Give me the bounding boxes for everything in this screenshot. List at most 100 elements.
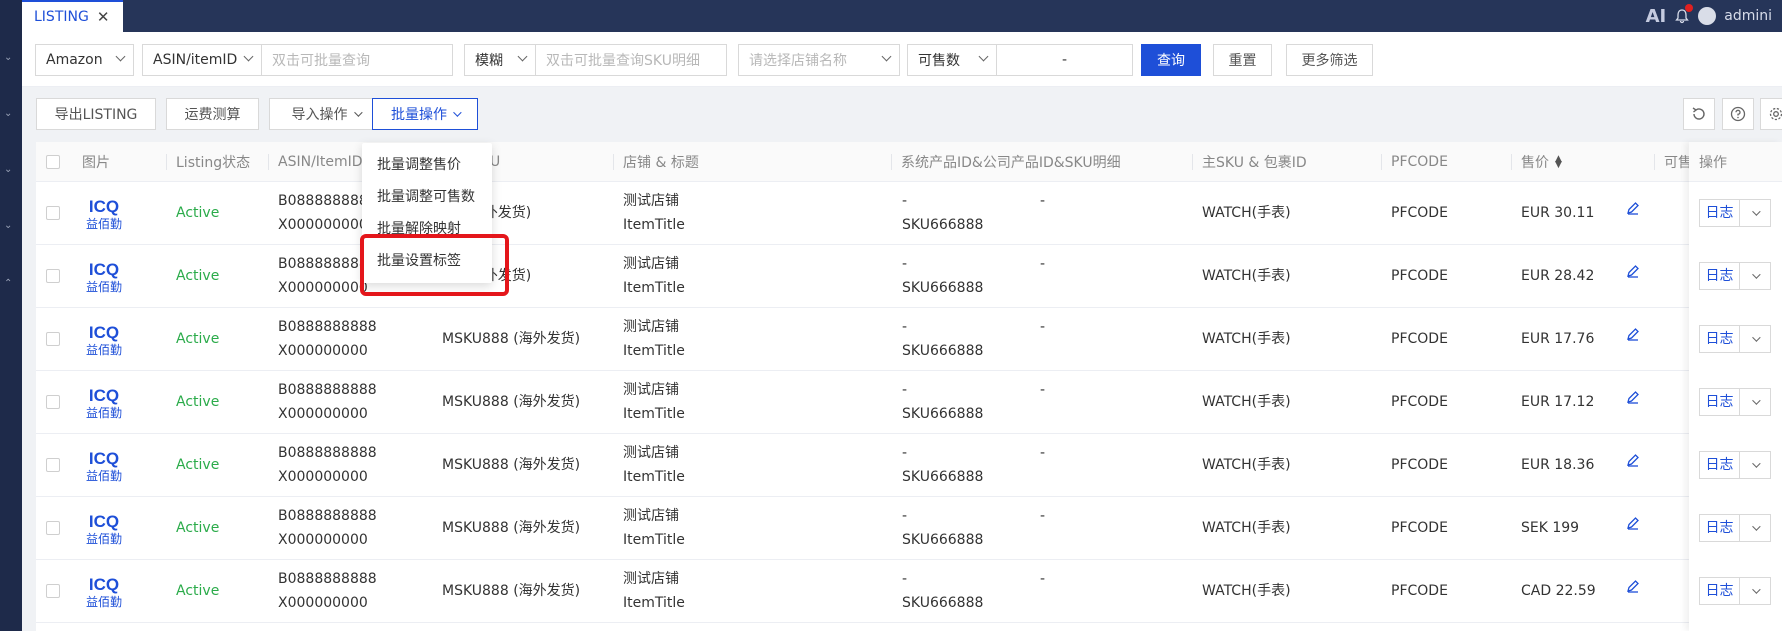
- table-row[interactable]: ICQ益佰勤ActiveB0888888888X00000000088 (海外发…: [36, 182, 1782, 245]
- col-system-ids-label: 系统产品ID&公司产品ID&SKU明细: [901, 155, 1121, 171]
- chevron-up-icon[interactable]: ⌃: [4, 278, 12, 289]
- log-button[interactable]: 日志: [1700, 389, 1740, 415]
- id-type-select[interactable]: ASIN/itemID: [142, 44, 262, 76]
- search-button[interactable]: 查询: [1141, 44, 1201, 76]
- chevron-down-icon[interactable]: [1740, 396, 1770, 405]
- chevron-down-icon[interactable]: [1740, 459, 1770, 468]
- log-split-button[interactable]: 日志: [1699, 451, 1771, 479]
- logo-mark: ICQ: [89, 512, 119, 531]
- asin-value: B0888888888: [278, 571, 377, 587]
- edit-icon[interactable]: [1626, 201, 1640, 219]
- col-operations-label: 操作: [1699, 154, 1727, 171]
- price-value: EUR 17.12: [1521, 394, 1595, 410]
- logo-text: 益佰勤: [86, 280, 122, 294]
- stock-type-select[interactable]: 可售数: [907, 44, 997, 76]
- select-all-checkbox[interactable]: [46, 155, 60, 169]
- chevron-down-icon: [453, 108, 462, 117]
- menu-item-batch-price[interactable]: 批量调整售价: [377, 154, 461, 174]
- edit-icon[interactable]: [1626, 390, 1640, 408]
- sort-icon[interactable]: ▲ ▼: [1555, 155, 1562, 170]
- main-sku: WATCH(手表): [1202, 268, 1291, 284]
- user-name[interactable]: admini: [1724, 8, 1772, 24]
- chevron-down-icon[interactable]: [1740, 585, 1770, 594]
- table-row[interactable]: ICQ益佰勤ActiveB0888888888X00000000088 (海外发…: [36, 245, 1782, 308]
- col-main-sku: 主SKU & 包裹ID: [1192, 142, 1307, 182]
- avatar[interactable]: [1698, 7, 1717, 25]
- row-checkbox[interactable]: [46, 206, 60, 220]
- table-row[interactable]: ICQ 益佰勤 Active B0888888888 X000000000 MSKU888…: [36, 497, 1782, 560]
- store-name: 测试店铺: [623, 382, 679, 398]
- log-button[interactable]: 日志: [1700, 326, 1740, 352]
- log-split-button[interactable]: 日志: [1699, 199, 1771, 227]
- more-filters-button[interactable]: 更多筛选: [1286, 44, 1373, 76]
- logo-text: 益佰勤: [86, 406, 122, 420]
- row-checkbox[interactable]: [46, 395, 60, 409]
- chevron-down-icon[interactable]: [1740, 522, 1770, 531]
- menu-item-batch-stock[interactable]: 批量调整可售数: [377, 186, 475, 206]
- row-checkbox[interactable]: [46, 458, 60, 472]
- table-row[interactable]: ICQ 益佰勤 Active B0888888888 X000000000 MSKU888…: [36, 434, 1782, 497]
- chevron-down-icon[interactable]: [1740, 270, 1770, 279]
- sku-search-input[interactable]: 双击可批量查询SKU明细: [535, 44, 727, 76]
- log-split-button[interactable]: 日志: [1699, 325, 1771, 353]
- store-name: 测试店铺: [623, 193, 679, 209]
- import-button-label: 导入操作: [291, 107, 348, 123]
- table-row[interactable]: ICQ 益佰勤 Active B0888888888 X000000000 MSKU888…: [36, 308, 1782, 371]
- col-operations: 操作: [1689, 142, 1782, 182]
- product-image[interactable]: ICQ 益佰勤: [84, 571, 124, 611]
- edit-icon[interactable]: [1626, 453, 1640, 471]
- settings-icon[interactable]: [1760, 98, 1782, 130]
- platform-select[interactable]: Amazon: [35, 44, 134, 76]
- col-price[interactable]: 售价 ▲ ▼: [1511, 142, 1562, 182]
- product-image[interactable]: ICQ 益佰勤: [84, 319, 124, 359]
- product-image[interactable]: ICQ 益佰勤: [84, 508, 124, 548]
- chevron-down-icon[interactable]: ⌄: [4, 52, 12, 63]
- table-row[interactable]: ICQ 益佰勤 Active B0888888888 X000000000 MSKU888…: [36, 560, 1782, 623]
- chevron-down-icon[interactable]: [1740, 333, 1770, 342]
- match-mode-select[interactable]: 模糊: [464, 44, 536, 76]
- log-split-button[interactable]: 日志: [1699, 577, 1771, 605]
- log-split-button[interactable]: 日志: [1699, 388, 1771, 416]
- edit-icon[interactable]: [1626, 516, 1640, 534]
- row-checkbox[interactable]: [46, 584, 60, 598]
- help-icon[interactable]: [1722, 98, 1754, 130]
- edit-icon[interactable]: [1626, 264, 1640, 282]
- table-row[interactable]: ICQ 益佰勤 Active B0888888888 X000000000 MSKU888…: [36, 371, 1782, 434]
- product-image[interactable]: ICQ 益佰勤: [84, 382, 124, 422]
- chevron-down-icon[interactable]: [1740, 207, 1770, 216]
- batch-operations-button[interactable]: 批量操作: [372, 98, 478, 130]
- pfcode-value: PFCODE: [1391, 331, 1448, 347]
- product-image[interactable]: ICQ 益佰勤: [84, 445, 124, 485]
- left-sidebar: ⌄ ⌄ ⌄ ⌄ ⌃: [0, 0, 22, 631]
- store-select[interactable]: 请选择店铺名称: [738, 44, 900, 76]
- freight-calc-button[interactable]: 运费测算: [166, 98, 259, 130]
- chevron-down-icon[interactable]: ⌄: [4, 108, 12, 119]
- product-image[interactable]: ICQ 益佰勤: [84, 256, 124, 296]
- product-image[interactable]: ICQ 益佰勤: [84, 193, 124, 233]
- log-button[interactable]: 日志: [1700, 578, 1740, 604]
- id-search-input[interactable]: 双击可批量查询: [261, 44, 453, 76]
- refresh-icon[interactable]: [1683, 98, 1715, 130]
- chevron-down-icon[interactable]: ⌄: [4, 220, 12, 231]
- ai-button[interactable]: AI: [1646, 6, 1667, 27]
- log-button[interactable]: 日志: [1700, 515, 1740, 541]
- export-listing-button[interactable]: 导出LISTING: [36, 98, 156, 130]
- log-split-button[interactable]: 日志: [1699, 514, 1771, 542]
- log-button[interactable]: 日志: [1700, 263, 1740, 289]
- tab-listing[interactable]: LISTING ✕: [22, 0, 123, 32]
- row-checkbox[interactable]: [46, 521, 60, 535]
- column-separator: [1511, 154, 1512, 170]
- edit-icon[interactable]: [1626, 579, 1640, 597]
- bell-icon[interactable]: [1674, 4, 1694, 24]
- log-split-button[interactable]: 日志: [1699, 262, 1771, 290]
- chevron-down-icon[interactable]: ⌄: [4, 164, 12, 175]
- row-checkbox[interactable]: [46, 269, 60, 283]
- close-icon[interactable]: ✕: [97, 8, 110, 26]
- log-button[interactable]: 日志: [1700, 452, 1740, 478]
- edit-icon[interactable]: [1626, 327, 1640, 345]
- row-checkbox[interactable]: [46, 332, 60, 346]
- log-button[interactable]: 日志: [1700, 200, 1740, 226]
- import-dropdown-button[interactable]: 导入操作: [269, 98, 382, 130]
- reset-button[interactable]: 重置: [1213, 44, 1272, 76]
- stock-range-input[interactable]: -: [996, 44, 1133, 76]
